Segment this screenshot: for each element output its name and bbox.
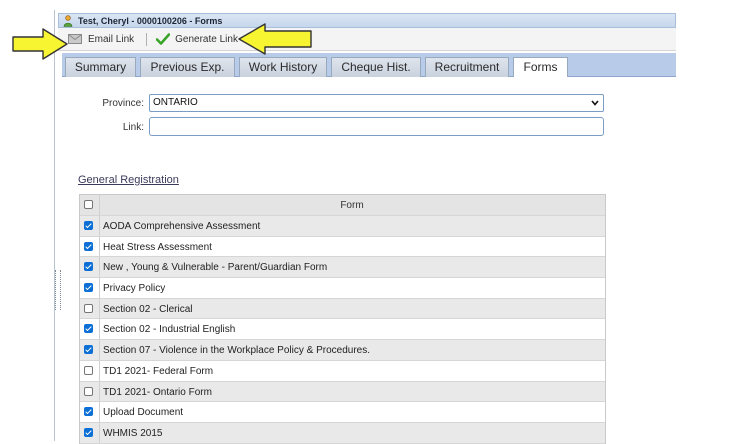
tab-recruitment[interactable]: Recruitment — [425, 57, 509, 77]
tab-strip: Summary Previous Exp. Work History Chequ… — [62, 53, 676, 78]
arrow-shape-email — [12, 28, 68, 60]
row-checkbox-cell — [80, 340, 100, 360]
row-checkbox-cell — [80, 257, 100, 278]
window-title: Test, Cheryl - 0000100206 - Forms — [78, 15, 223, 26]
row-checkbox[interactable] — [84, 427, 93, 437]
row-checkbox-cell — [80, 216, 100, 236]
tab-cheque-hist[interactable]: Cheque Hist. — [331, 57, 421, 77]
panel-left-border — [54, 10, 55, 441]
column-header-form: Form — [340, 200, 364, 211]
annotation-arrow-generate — [238, 23, 312, 55]
row-checkbox-cell — [80, 402, 100, 422]
row-checkbox[interactable] — [84, 365, 93, 375]
annotation-arrow-email — [12, 28, 68, 60]
row-checkbox-cell — [80, 422, 100, 443]
grid-header-row: Form — [80, 195, 605, 216]
row-checkbox[interactable] — [84, 407, 93, 417]
header-checkbox-cell — [80, 195, 100, 215]
row-checkbox[interactable] — [84, 345, 93, 355]
table-row: Privacy Policy — [80, 278, 605, 299]
email-link-label: Email Link — [88, 33, 135, 45]
province-label: Province: — [102, 98, 144, 109]
form-name: Heat Stress Assessment — [103, 241, 212, 253]
toolbar-separator — [146, 32, 148, 46]
row-checkbox-cell — [80, 236, 100, 257]
tab-forms[interactable]: Forms — [513, 57, 568, 78]
row-checkbox[interactable] — [84, 283, 93, 293]
row-checkbox[interactable] — [84, 241, 93, 251]
generate-link-button[interactable]: Generate Link — [156, 33, 238, 45]
forms-window: Test, Cheryl - 0000100206 - Forms Email … — [58, 13, 735, 444]
row-checkbox-cell — [80, 360, 100, 381]
province-value: ONTARIO — [153, 97, 198, 108]
form-name: New , Young & Vulnerable - Parent/Guardi… — [103, 262, 328, 274]
email-link-button[interactable]: Email Link — [68, 34, 134, 45]
row-checkbox[interactable] — [84, 262, 93, 272]
table-row: Heat Stress Assessment — [80, 236, 605, 258]
toolbar: Email Link Generate Link — [58, 28, 676, 51]
form-name: Section 02 - Clerical — [103, 303, 193, 315]
link-input[interactable] — [149, 117, 604, 136]
forms-grid: Form AODA Comprehensive Assessment Heat S… — [79, 194, 606, 444]
table-row: Section 07 - Violence in the Workplace P… — [80, 340, 605, 361]
envelope-icon — [68, 34, 82, 44]
row-checkbox[interactable] — [84, 386, 93, 396]
chevron-down-icon — [591, 100, 599, 106]
table-row: New , Young & Vulnerable - Parent/Guardi… — [80, 257, 605, 279]
table-row: WHMIS 2015 — [80, 422, 605, 444]
form-name: TD1 2021- Ontario Form — [103, 386, 212, 398]
table-row: Upload Document — [80, 402, 605, 423]
row-checkbox-cell — [80, 298, 100, 319]
row-checkbox-cell — [80, 319, 100, 340]
checkmark-icon — [156, 33, 171, 45]
table-row: AODA Comprehensive Assessment — [80, 216, 605, 237]
row-checkbox[interactable] — [84, 221, 93, 230]
table-row: TD1 2021- Ontario Form — [80, 381, 605, 403]
link-label: Link: — [122, 122, 144, 133]
row-checkbox-cell — [80, 278, 100, 298]
forms-panel: Province: ONTARIO Link: General Registra… — [62, 77, 676, 444]
form-name: Section 02 - Industrial English — [103, 324, 236, 336]
arrow-shape-generate — [238, 23, 312, 55]
tab-work-history[interactable]: Work History — [239, 57, 327, 77]
row-checkbox[interactable] — [84, 324, 93, 334]
tab-summary[interactable]: Summary — [65, 57, 136, 77]
form-name: TD1 2021- Federal Form — [103, 365, 214, 377]
tab-previous-exp[interactable]: Previous Exp. — [140, 57, 235, 77]
form-name: Upload Document — [103, 407, 184, 419]
table-row: Section 02 - Industrial English — [80, 319, 605, 341]
row-checkbox-cell — [80, 381, 100, 402]
row-checkbox[interactable] — [84, 303, 93, 313]
person-icon — [63, 14, 73, 27]
form-name: Section 07 - Violence in the Workplace P… — [103, 345, 370, 357]
form-name: AODA Comprehensive Assessment — [103, 221, 261, 232]
general-registration-link[interactable]: General Registration — [78, 174, 179, 186]
table-row: TD1 2021- Federal Form — [80, 360, 605, 382]
generate-link-label: Generate Link — [175, 33, 238, 45]
table-row: Section 02 - Clerical — [80, 298, 605, 320]
form-name: WHMIS 2015 — [103, 427, 163, 439]
select-all-checkbox[interactable] — [84, 200, 93, 209]
form-name: Privacy Policy — [103, 283, 166, 295]
province-select[interactable]: ONTARIO — [149, 94, 604, 112]
grid-body: AODA Comprehensive Assessment Heat Stress… — [80, 216, 605, 444]
window-titlebar: Test, Cheryl - 0000100206 - Forms — [58, 13, 676, 28]
